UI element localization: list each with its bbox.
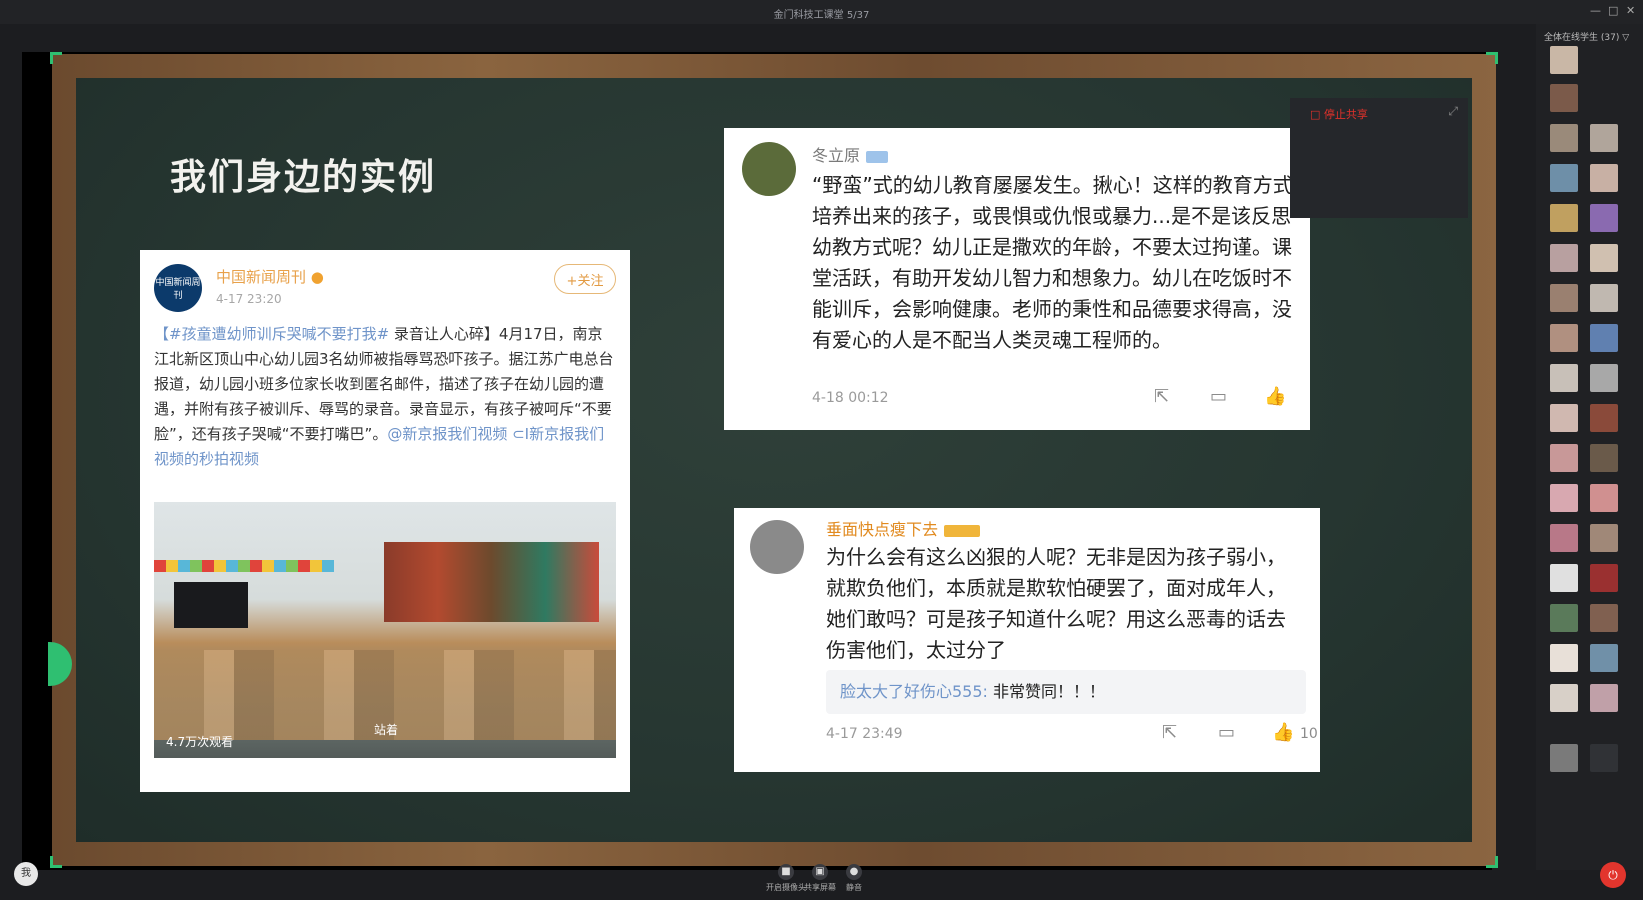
participant-avatar[interactable] — [1550, 404, 1578, 432]
floating-share-panel[interactable]: □ 停止共享 ⤢ — [1290, 98, 1468, 218]
maximize-icon[interactable]: □ — [1608, 4, 1618, 17]
commenter-name-1[interactable]: 冬立原 — [812, 142, 889, 166]
comment-card-1: 冬立原 “野蛮”式的幼儿教育屡屡发生。揪心！这样的教育方式培养出来的孩子，或畏惧… — [724, 128, 1310, 430]
participant-avatar[interactable] — [1590, 124, 1618, 152]
leave-button[interactable]: ⏻ — [1600, 862, 1626, 888]
like-count: 10 — [1300, 726, 1318, 742]
participant-avatar[interactable] — [1550, 484, 1578, 512]
participant-avatar[interactable] — [1550, 84, 1578, 112]
participant-avatar[interactable] — [1590, 484, 1618, 512]
minimize-icon[interactable]: — — [1590, 4, 1601, 17]
participant-avatar[interactable] — [1550, 524, 1578, 552]
participant-avatar[interactable] — [1550, 744, 1578, 772]
share-screen-button-label: 共享屏幕 — [804, 883, 836, 892]
verified-icon: ● — [310, 268, 324, 286]
like-icon[interactable]: 👍 — [1264, 386, 1286, 407]
commenter-avatar-2[interactable] — [750, 520, 804, 574]
reply-text: 非常赞同！！！ — [987, 682, 1106, 701]
microphone-icon: ● — [846, 864, 862, 880]
weibo-video-thumbnail[interactable]: 4.7万次观看 站着 — [154, 502, 616, 758]
participant-avatar[interactable] — [1590, 604, 1618, 632]
participant-avatar[interactable] — [1590, 324, 1618, 352]
participant-avatar[interactable] — [1590, 404, 1618, 432]
share-corner-bl — [50, 856, 62, 868]
participant-avatar[interactable] — [1550, 244, 1578, 272]
participant-avatar[interactable] — [1550, 564, 1578, 592]
video-subtitle: 站着 — [374, 723, 399, 737]
participant-avatar[interactable] — [1550, 364, 1578, 392]
participant-avatar[interactable] — [1550, 604, 1578, 632]
weibo-account-name[interactable]: 中国新闻周刊 ● — [216, 266, 324, 287]
comment-card-2: 垂面快点瘦下去 为什么会有这么凶狠的人呢？无非是因为孩子弱小，就欺负他们，本质就… — [734, 508, 1320, 772]
weibo-post-text: 【#孩童遭幼师训斥哭喊不要打我# 录音让人心碎】4月17日，南京江北新区顶山中心… — [154, 322, 616, 472]
participant-avatar[interactable] — [1550, 284, 1578, 312]
comment-icon[interactable]: ▭ — [1218, 722, 1235, 743]
follow-button[interactable]: +关注 — [554, 264, 616, 294]
weibo-avatar-text: 中国新闻周刊 — [155, 278, 201, 301]
share-screen-icon: ▣ — [812, 864, 828, 880]
participant-avatar[interactable] — [1590, 644, 1618, 672]
video-view-count: 4.7万次观看 — [166, 735, 234, 749]
weibo-hashtag[interactable]: 【#孩童遭幼师训斥哭喊不要打我# — [154, 325, 389, 343]
close-icon[interactable]: ✕ — [1626, 4, 1635, 17]
share-corner-br — [1486, 856, 1498, 868]
meeting-window: 金门科技工课堂 5/37 — □ ✕ 我们身边的实例 中国新闻周刊 中国新闻周刊… — [0, 0, 1643, 900]
photo-bulletin-board — [384, 542, 599, 622]
participant-avatar[interactable] — [1590, 204, 1618, 232]
title-bar: 金门科技工课堂 5/37 — □ ✕ — [0, 0, 1643, 24]
expand-icon[interactable]: ⤢ — [1448, 104, 1458, 119]
participant-avatar[interactable] — [1590, 444, 1618, 472]
like-icon[interactable]: 👍 — [1272, 722, 1294, 743]
participant-avatar[interactable] — [1590, 244, 1618, 272]
participant-avatar[interactable] — [1590, 684, 1618, 712]
participant-list-title[interactable]: 全体在线学生 (37) ▽ — [1544, 30, 1629, 43]
share-icon[interactable]: ⇱ — [1162, 722, 1177, 743]
window-title: 金门科技工课堂 5/37 — [773, 10, 870, 21]
participant-sidebar: 全体在线学生 (37) ▽ — [1536, 24, 1643, 900]
weibo-avatar: 中国新闻周刊 — [154, 264, 202, 312]
photo-bunting — [154, 560, 334, 572]
reply-author[interactable]: 脸太大了好伤心555: — [840, 682, 988, 701]
participant-avatar[interactable] — [1550, 444, 1578, 472]
participant-avatar[interactable] — [1590, 524, 1618, 552]
mute-button-label: 静音 — [846, 883, 862, 892]
participant-avatar[interactable] — [1590, 164, 1618, 192]
vip-badge-icon — [944, 524, 981, 537]
participant-avatar[interactable] — [1550, 204, 1578, 232]
commenter-name-2[interactable]: 垂面快点瘦下去 — [826, 516, 981, 540]
member-badge-icon — [866, 150, 889, 163]
share-corner-tl — [50, 52, 62, 64]
comment-text-1: “野蛮”式的幼儿教育屡屡发生。揪心！这样的教育方式培养出来的孩子，或畏惧或仇恨或… — [812, 173, 1293, 352]
share-corner-tr — [1486, 52, 1498, 64]
share-icon[interactable]: ⇱ — [1154, 386, 1169, 407]
photo-television — [174, 582, 248, 628]
participant-avatar[interactable] — [1550, 46, 1578, 74]
reply-box: 脸太大了好伤心555: 非常赞同！！！ — [826, 670, 1306, 714]
comment-time-1: 4-18 00:12 — [812, 390, 889, 406]
participant-avatar[interactable] — [1590, 364, 1618, 392]
camera-icon: ■ — [778, 864, 794, 880]
participant-avatar[interactable] — [1550, 684, 1578, 712]
participant-avatar[interactable] — [1550, 164, 1578, 192]
participant-avatar[interactable] — [1590, 744, 1618, 772]
comment-icon[interactable]: ▭ — [1210, 386, 1227, 407]
slide-title: 我们身边的实例 — [170, 156, 437, 198]
weibo-post-time: 4-17 23:20 — [216, 292, 282, 306]
participant-avatar[interactable] — [1550, 324, 1578, 352]
stop-share-button[interactable]: □ 停止共享 — [1310, 106, 1368, 122]
my-avatar[interactable]: 我 — [14, 862, 38, 886]
participant-avatar[interactable] — [1550, 644, 1578, 672]
comment-time-2: 4-17 23:49 — [826, 726, 903, 742]
commenter-avatar-1[interactable] — [742, 142, 796, 196]
weibo-post-card: 中国新闻周刊 中国新闻周刊 ● 4-17 23:20 +关注 【#孩童遭幼师训斥… — [140, 250, 630, 792]
participant-avatar[interactable] — [1590, 284, 1618, 312]
comment-text-2: 为什么会有这么凶狠的人呢？无非是因为孩子弱小，就欺负他们，本质就是欺软怕硬罢了，… — [826, 545, 1286, 662]
mute-button[interactable]: ● 静音 — [834, 864, 874, 893]
participant-avatar[interactable] — [1550, 124, 1578, 152]
participant-avatar[interactable] — [1590, 564, 1618, 592]
